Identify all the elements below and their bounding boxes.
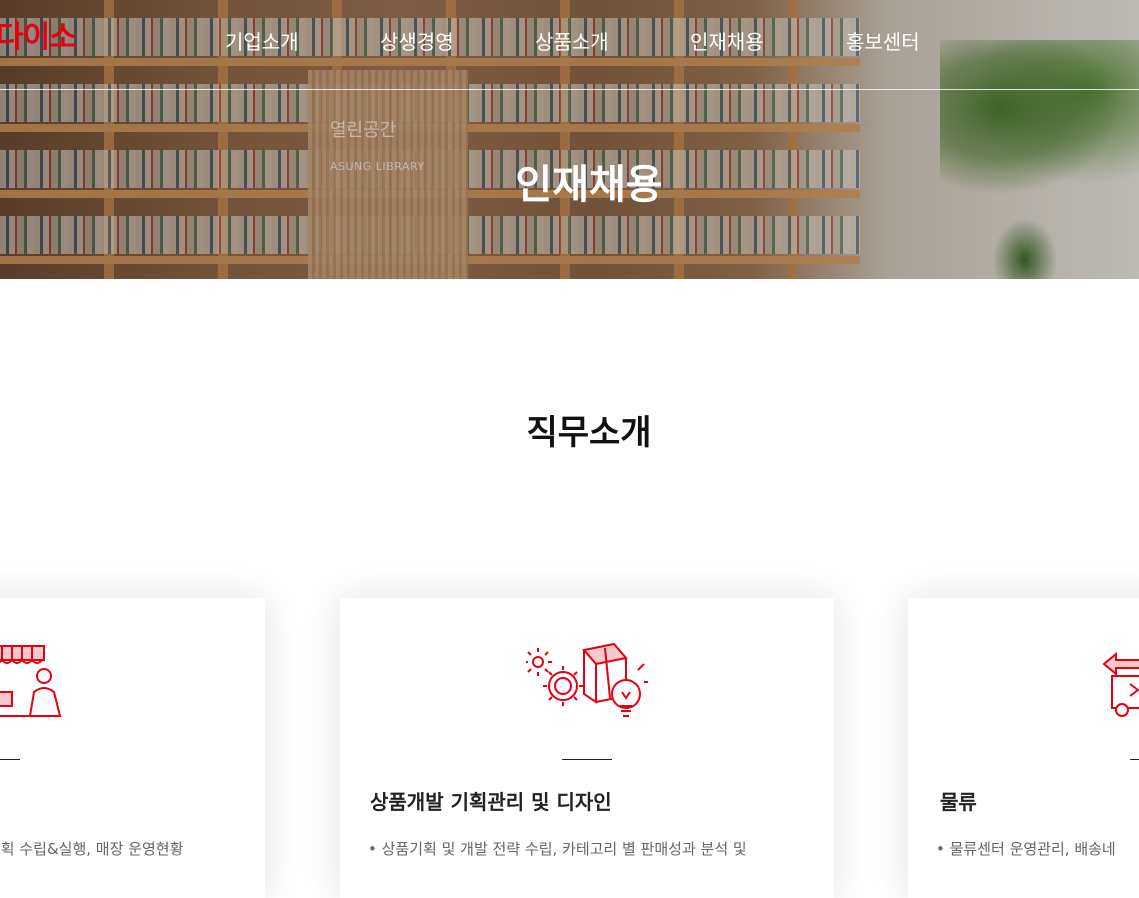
nav-item-coexistence[interactable]: 상생경영 [380, 26, 454, 55]
nav-item-recruit[interactable]: 인재채용 [690, 26, 764, 55]
product-development-icon [526, 642, 648, 717]
card-divider [1130, 759, 1139, 760]
card-description: • 상품기획 및 개발 전략 수립, 카테고리 별 판매성과 분석 및 [368, 840, 747, 858]
store-clerk-icon [0, 645, 62, 717]
section-title: 직무소개 [526, 413, 652, 453]
job-card-store[interactable]: 계획 수립&실행, 매장 운영현황 [0, 598, 265, 898]
hero-banner: 열린공간 ASUNG LIBRARY 다이소 기업소개 상생경영 상품소개 인재… [0, 0, 1139, 279]
nav-item-company[interactable]: 기업소개 [225, 26, 299, 55]
card-title: 상품개발 기획관리 및 디자인 [370, 790, 612, 814]
top-navigation: 다이소 기업소개 상생경영 상품소개 인재채용 홍보센터 [0, 0, 1139, 90]
hero-title: 인재채용 [515, 162, 663, 208]
brand-logo[interactable]: 다이소 [0, 12, 77, 56]
card-divider [0, 759, 20, 760]
nav-item-products[interactable]: 상품소개 [535, 26, 609, 55]
card-description: • 물류센터 운영관리, 배송네 [936, 840, 1116, 858]
card-title: 물류 [940, 790, 977, 814]
card-divider [562, 759, 612, 760]
nav-divider [0, 89, 1139, 90]
card-description: 계획 수립&실행, 매장 운영현황 [0, 840, 184, 858]
job-card-logistics[interactable]: 물류 • 물류센터 운영관리, 배송네 [908, 598, 1139, 898]
job-card-product-development[interactable]: 상품개발 기획관리 및 디자인 • 상품기획 및 개발 전략 수립, 카테고리 … [340, 598, 834, 898]
delivery-truck-icon [1102, 651, 1139, 717]
nav-item-pr-center[interactable]: 홍보센터 [846, 26, 920, 55]
